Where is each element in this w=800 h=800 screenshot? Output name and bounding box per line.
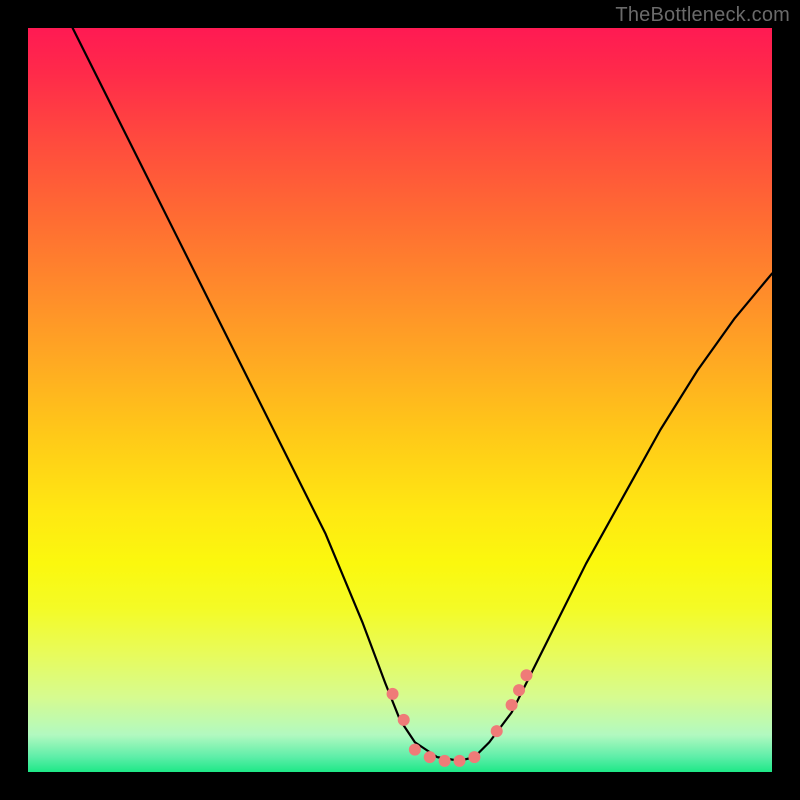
attribution-text: TheBottleneck.com	[615, 4, 790, 27]
chart-frame: TheBottleneck.com	[0, 0, 800, 800]
series-path	[73, 28, 772, 761]
data-marker	[424, 751, 436, 763]
data-marker	[398, 714, 410, 726]
data-marker	[439, 755, 451, 767]
data-marker	[454, 755, 466, 767]
data-marker	[513, 684, 525, 696]
data-marker	[409, 744, 421, 756]
data-markers	[387, 669, 533, 767]
data-marker	[491, 725, 503, 737]
chart-svg	[28, 28, 772, 772]
plot-area	[28, 28, 772, 772]
bottleneck-curve	[73, 28, 772, 761]
data-marker	[520, 669, 532, 681]
data-marker	[506, 699, 518, 711]
data-marker	[468, 751, 480, 763]
data-marker	[387, 688, 399, 700]
